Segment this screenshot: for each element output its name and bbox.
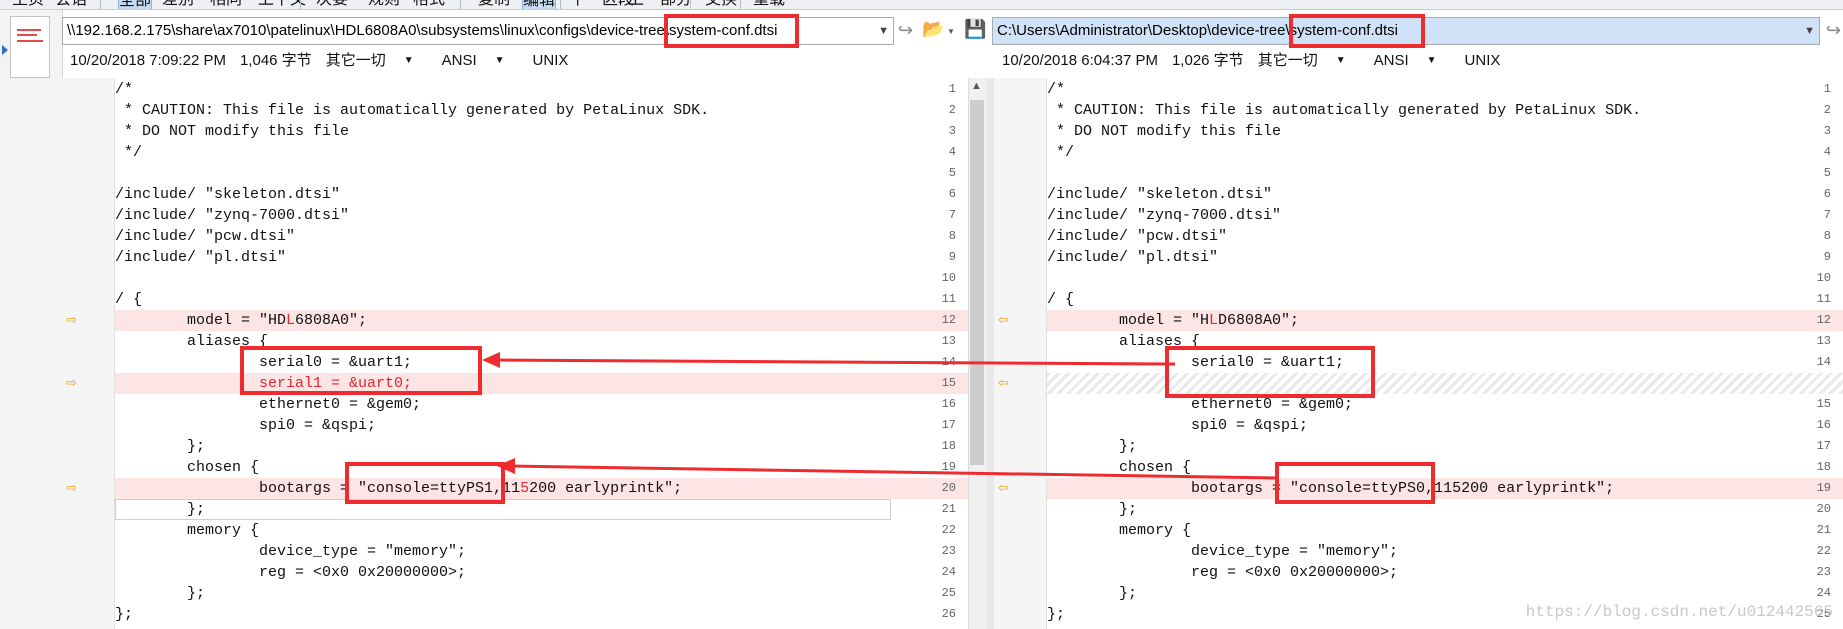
annotation-arrow-line bbox=[489, 358, 1176, 366]
annotation-arrowhead bbox=[482, 352, 500, 368]
annotation-box bbox=[1289, 14, 1425, 48]
annotation-box bbox=[1275, 462, 1435, 504]
annotation-box bbox=[1165, 346, 1375, 398]
annotation-box bbox=[240, 346, 482, 395]
annotation-arrow-line bbox=[504, 464, 1279, 480]
annotation-overlay bbox=[482, 352, 1279, 480]
annotation-box bbox=[664, 14, 799, 48]
watermark-text: https://blog.csdn.net/u012442565 bbox=[1525, 603, 1833, 621]
annotation-box bbox=[345, 462, 505, 504]
